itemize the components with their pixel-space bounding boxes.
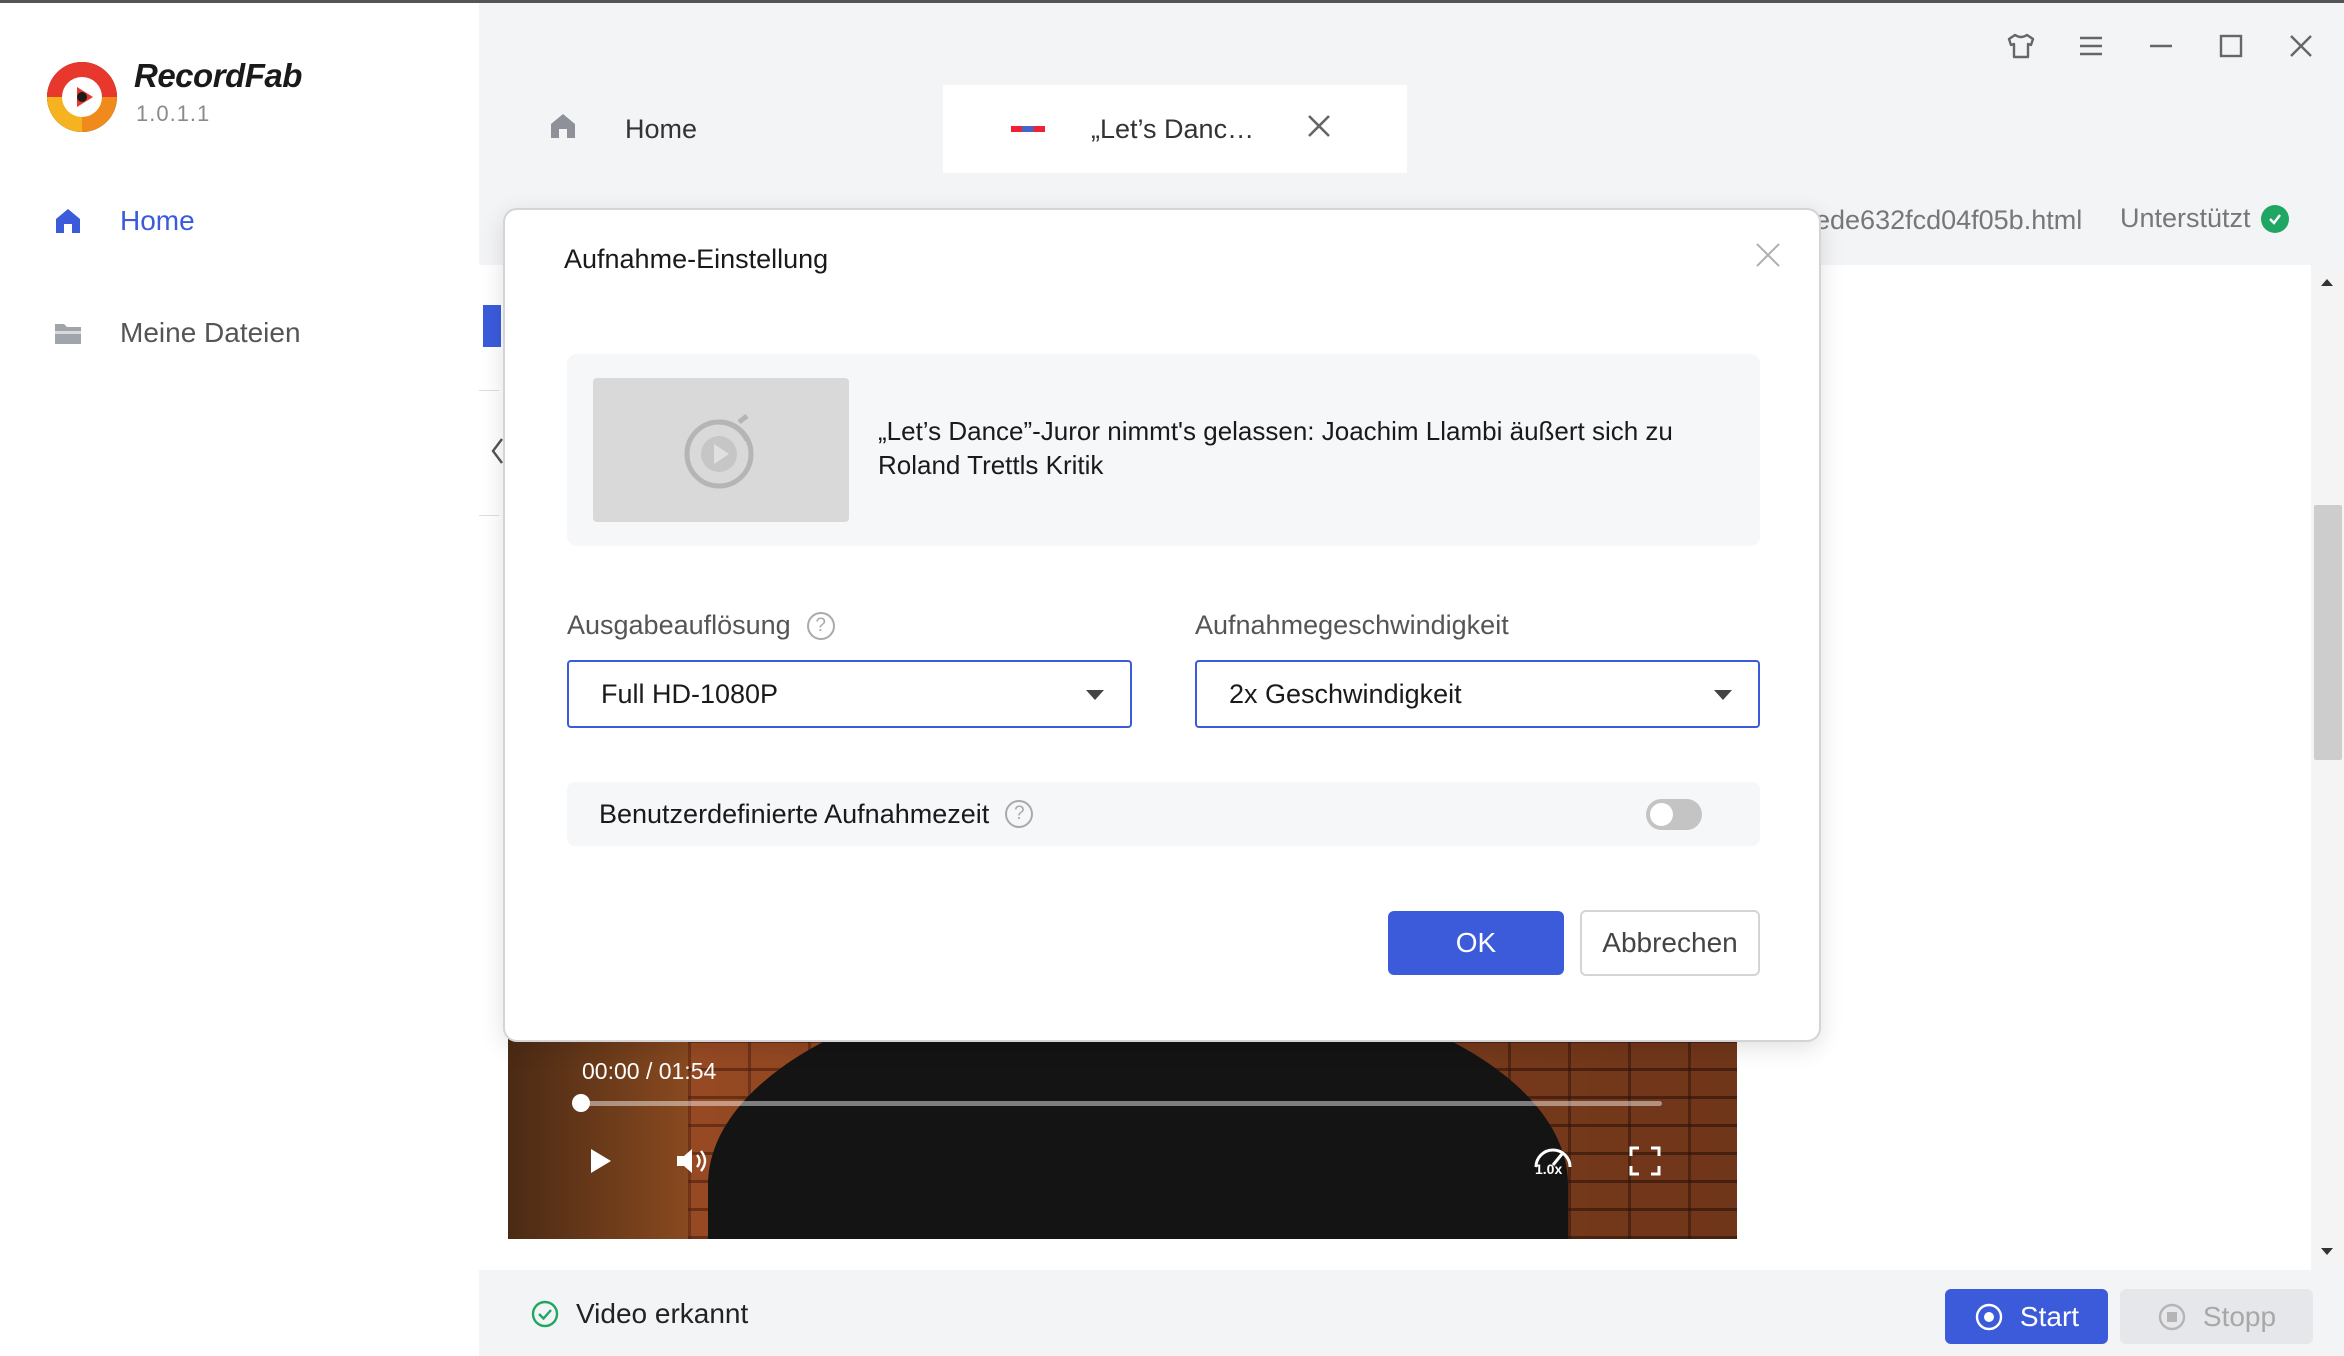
check-circle-icon [531, 1300, 559, 1328]
scrollbar[interactable] [2311, 265, 2344, 1270]
caret-down-icon [1086, 690, 1104, 700]
folder-icon [50, 315, 86, 351]
app-version: 1.0.1.1 [136, 101, 211, 126]
sidebar-item-home[interactable]: Home [50, 196, 195, 246]
resolution-select[interactable]: Full HD-1080P [567, 660, 1132, 728]
resolution-label: Ausgabeauflösung ? [567, 610, 835, 641]
video-frame [708, 1035, 1568, 1239]
custom-time-label: Benutzerdefinierte Aufnahmezeit [599, 798, 990, 829]
toggle-knob [1650, 803, 1673, 826]
home-icon [547, 110, 579, 149]
close-icon[interactable] [1753, 240, 1783, 270]
site-favicon [1011, 126, 1045, 132]
stop-label: Stopp [2202, 1300, 2277, 1332]
help-icon[interactable]: ? [806, 611, 835, 640]
speed-value: 2x Geschwindigkeit [1229, 678, 1462, 709]
close-tab-icon[interactable] [1305, 112, 1333, 147]
recordfab-logo-placeholder [684, 414, 754, 489]
tab-video[interactable]: „Let’s Dance”-Juror nimmt's gelassen [943, 85, 1407, 173]
tab-label: Home [625, 113, 698, 144]
recording-settings-dialog: Aufnahme-Einstellung „Let’s Dance”-Juror… [503, 208, 1821, 1042]
tab-home[interactable]: Home [479, 85, 939, 173]
home-icon [50, 203, 86, 239]
resolution-value: Full HD-1080P [601, 678, 779, 709]
detected-label: Video erkannt [576, 1298, 749, 1329]
close-icon[interactable] [2283, 28, 2319, 64]
start-button[interactable]: Start [1945, 1289, 2108, 1344]
volume-icon[interactable] [673, 1143, 713, 1179]
custom-time-toggle[interactable] [1646, 799, 1702, 830]
video-detected-status: Video erkannt [530, 1298, 748, 1330]
speed-badge: 1.0x [1535, 1161, 1563, 1177]
content-accent [483, 305, 501, 347]
speed-select[interactable]: 2x Geschwindigkeit [1195, 660, 1760, 728]
help-icon[interactable]: ? [1005, 800, 1034, 828]
play-icon[interactable] [580, 1143, 620, 1179]
menu-icon[interactable] [2073, 28, 2109, 64]
tab-label: „Let’s Dance”-Juror nimmt's gelassen [1091, 113, 1261, 144]
scrollbar-thumb[interactable] [2314, 505, 2342, 760]
caret-down-icon [1714, 690, 1732, 700]
support-status: Unterstützt [2120, 203, 2289, 234]
resolution-label-text: Ausgabeauflösung [567, 610, 791, 640]
support-label: Unterstützt [2120, 203, 2251, 233]
video-info-card: „Let’s Dance”-Juror nimmt's gelassen: Jo… [567, 354, 1760, 546]
window-controls [2003, 28, 2319, 64]
ok-button[interactable]: OK [1388, 911, 1564, 975]
speed-label: Aufnahmegeschwindigkeit [1195, 610, 1509, 641]
record-icon [1975, 1303, 2003, 1330]
divider [479, 515, 499, 516]
sidebar: RecordFab 1.0.1.1 Home Meine Dateien [0, 0, 479, 1356]
start-label: Start [2019, 1300, 2080, 1332]
check-circle-icon [2260, 204, 2289, 233]
minimize-icon[interactable] [2143, 28, 2179, 64]
app-name: RecordFab [134, 57, 302, 94]
video-progress[interactable] [582, 1101, 1662, 1106]
custom-time-row: Benutzerdefinierte Aufnahmezeit ? [567, 782, 1760, 846]
video-thumbnail [593, 378, 849, 522]
stop-icon [2158, 1303, 2186, 1330]
scroll-up-icon[interactable] [2318, 275, 2336, 289]
divider [479, 390, 499, 391]
recordfab-logo [47, 62, 117, 132]
sidebar-item-label: Meine Dateien [120, 317, 301, 348]
dialog-title: Aufnahme-Einstellung [564, 244, 829, 274]
sidebar-item-label: Home [120, 205, 195, 236]
video-title: „Let’s Dance”-Juror nimmt's gelassen: Jo… [878, 416, 1673, 480]
url-text[interactable]: ede632fcd04f05b.html [1815, 205, 2082, 236]
speed-label-text: Aufnahmegeschwindigkeit [1195, 610, 1509, 640]
fullscreen-icon[interactable] [1625, 1143, 1665, 1179]
video-progress-handle[interactable] [572, 1094, 590, 1112]
shirt-icon[interactable] [2003, 28, 2039, 64]
maximize-icon[interactable] [2213, 28, 2249, 64]
cancel-button[interactable]: Abbrechen [1580, 910, 1760, 976]
stop-button[interactable]: Stopp [2120, 1289, 2313, 1344]
video-time: 00:00 / 01:54 [582, 1058, 717, 1084]
sidebar-item-files[interactable]: Meine Dateien [50, 308, 301, 358]
scroll-down-icon[interactable] [2318, 1245, 2336, 1259]
